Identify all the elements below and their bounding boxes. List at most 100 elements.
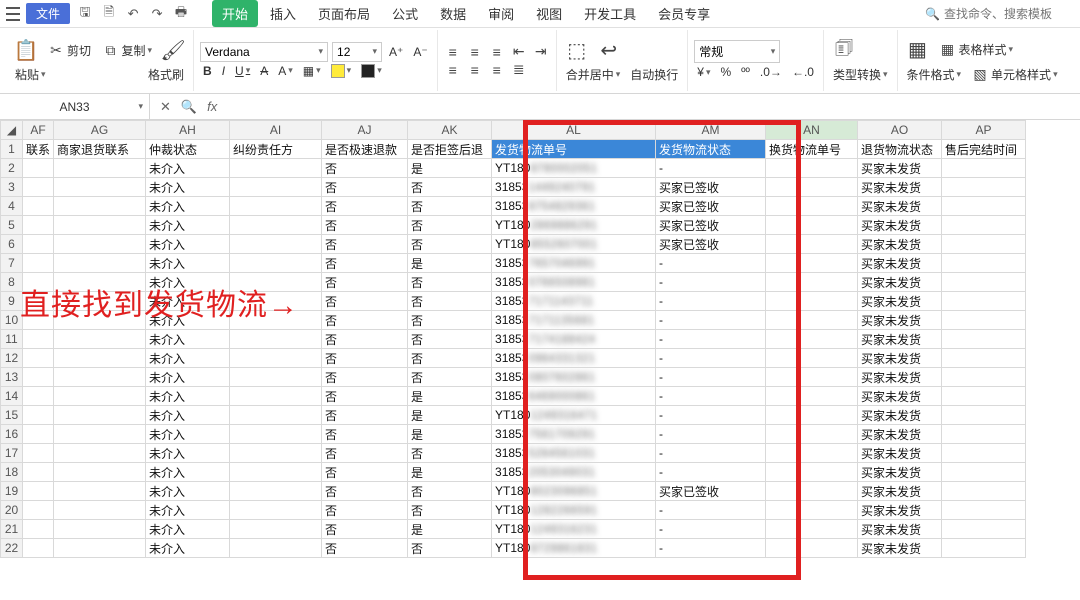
tab-insert[interactable]: 插入 (260, 0, 306, 27)
cell[interactable] (230, 292, 322, 311)
cell[interactable]: 否 (322, 178, 408, 197)
cell[interactable]: 318531449240791 (492, 178, 656, 197)
cell[interactable] (230, 178, 322, 197)
cell[interactable]: 否 (322, 463, 408, 482)
cell[interactable] (942, 235, 1026, 254)
cell[interactable] (942, 444, 1026, 463)
row-header[interactable]: 4 (1, 197, 23, 216)
cell[interactable] (23, 330, 54, 349)
table-row[interactable]: 8 未介入 否 否 318530766508981 - 买家未发货 (1, 273, 1026, 292)
currency-icon[interactable]: ¥▾ (694, 63, 713, 81)
grid[interactable]: ◢ AF AG AH AI AJ AK AL AM AN AO AP 1 联系 … (0, 120, 1026, 558)
cell[interactable]: 售后完结时间 (942, 140, 1026, 159)
cell[interactable] (54, 368, 146, 387)
cell[interactable]: 买家已签收 (656, 178, 766, 197)
cell[interactable] (766, 311, 858, 330)
cell[interactable]: 未介入 (146, 330, 230, 349)
row-header[interactable]: 19 (1, 482, 23, 501)
row-header[interactable]: 13 (1, 368, 23, 387)
cell[interactable] (230, 197, 322, 216)
format-painter-label[interactable]: 格式刷 (145, 64, 187, 85)
cell[interactable]: 318535264561031 (492, 444, 656, 463)
cell[interactable] (942, 273, 1026, 292)
cell[interactable] (54, 235, 146, 254)
tab-member[interactable]: 会员专享 (648, 0, 720, 27)
cell[interactable]: - (656, 444, 766, 463)
row-header[interactable]: 16 (1, 425, 23, 444)
cell[interactable] (942, 292, 1026, 311)
cell[interactable] (942, 368, 1026, 387)
tab-formula[interactable]: 公式 (382, 0, 428, 27)
table-row[interactable]: 1 联系 商家退货联系 仲裁状态 纠纷责任方 是否极速退款 是否拒签后退 发货物… (1, 140, 1026, 159)
cell[interactable] (23, 235, 54, 254)
cell[interactable]: 否 (408, 273, 492, 292)
cell[interactable]: - (656, 463, 766, 482)
cell[interactable] (54, 444, 146, 463)
cell[interactable]: - (656, 539, 766, 558)
cell[interactable]: YT1808552607001 (492, 235, 656, 254)
cell[interactable]: 未介入 (146, 387, 230, 406)
cell[interactable] (23, 311, 54, 330)
cell[interactable] (942, 349, 1026, 368)
cell-style-button[interactable]: ▧单元格样式▾ (968, 64, 1061, 86)
table-row[interactable]: 6 未介入 否 否 YT1808552607001 买家已签收 买家未发货 (1, 235, 1026, 254)
cell[interactable] (23, 425, 54, 444)
copy-button[interactable]: ⧉复制▾ (98, 39, 155, 61)
cell[interactable] (942, 539, 1026, 558)
cell[interactable] (766, 159, 858, 178)
cell[interactable] (230, 539, 322, 558)
cell[interactable]: 318537174188424 (492, 330, 656, 349)
cell[interactable] (54, 349, 146, 368)
cell[interactable]: 318537657046991 (492, 254, 656, 273)
row-header[interactable]: 22 (1, 539, 23, 558)
row-header[interactable]: 21 (1, 520, 23, 539)
cell[interactable] (766, 235, 858, 254)
cell[interactable] (23, 197, 54, 216)
cell[interactable] (230, 501, 322, 520)
table-row[interactable]: 13 未介入 否 否 318530807602861 - 买家未发货 (1, 368, 1026, 387)
cell[interactable] (942, 330, 1026, 349)
cell[interactable] (23, 292, 54, 311)
merge-button[interactable]: 合并居中▾ (563, 64, 624, 85)
paste-icon[interactable]: 📋 (12, 36, 40, 64)
table-row[interactable]: 16 未介入 否 是 318537561709291 - 买家未发货 (1, 425, 1026, 444)
wrap-button[interactable]: 自动换行 (627, 64, 681, 85)
align-bottom-icon[interactable]: ≡ (488, 43, 506, 61)
search-input[interactable] (944, 7, 1074, 21)
indent-dec-icon[interactable]: ⇤ (510, 43, 528, 61)
cancel-fx-icon[interactable]: ✕ (160, 99, 171, 115)
cut-button[interactable]: ✂剪切 (44, 39, 94, 61)
tab-data[interactable]: 数据 (430, 0, 476, 27)
cell[interactable] (766, 463, 858, 482)
cell[interactable] (23, 178, 54, 197)
cell[interactable]: - (656, 387, 766, 406)
cell[interactable] (54, 159, 146, 178)
cell[interactable] (766, 520, 858, 539)
table-row[interactable]: 3 未介入 否 否 318531449240791 买家已签收 买家未发货 (1, 178, 1026, 197)
format-painter-icon[interactable]: 🖌 (159, 36, 187, 64)
file-menu[interactable]: 文件 (26, 3, 70, 24)
cell[interactable] (766, 406, 858, 425)
decimal-inc-icon[interactable]: .0→ (757, 63, 785, 81)
cell[interactable]: 否 (322, 501, 408, 520)
tab-review[interactable]: 审阅 (478, 0, 524, 27)
row-header[interactable]: 2 (1, 159, 23, 178)
cell[interactable]: 买家未发货 (858, 311, 942, 330)
cell[interactable] (766, 273, 858, 292)
col-header-AF[interactable]: AF (23, 121, 54, 140)
cell[interactable]: 否 (322, 197, 408, 216)
cell[interactable] (54, 273, 146, 292)
cell[interactable] (766, 444, 858, 463)
cell[interactable]: 商家退货联系 (54, 140, 146, 159)
cell[interactable] (23, 159, 54, 178)
cell[interactable] (766, 539, 858, 558)
cell[interactable] (766, 178, 858, 197)
cell[interactable]: 买家未发货 (858, 539, 942, 558)
cell[interactable]: 否 (322, 425, 408, 444)
cond-format-button[interactable]: 条件格式▾ (904, 64, 965, 85)
col-header-AI[interactable]: AI (230, 121, 322, 140)
cell[interactable]: 买家未发货 (858, 463, 942, 482)
cell[interactable] (230, 406, 322, 425)
col-header-AO[interactable]: AO (858, 121, 942, 140)
cell[interactable] (230, 311, 322, 330)
